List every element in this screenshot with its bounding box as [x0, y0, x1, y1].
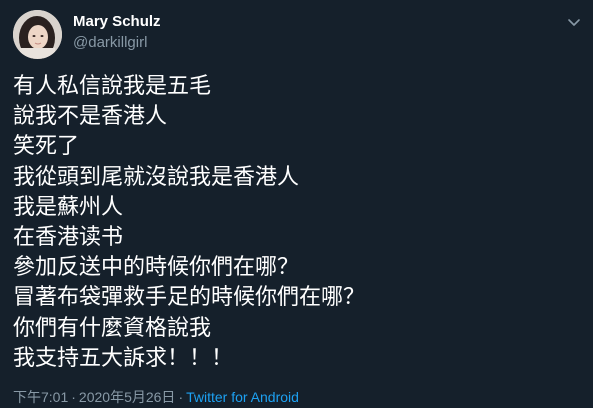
tweet-metadata: 下午7:01 · 2020年5月26日 · Twitter for Android: [13, 388, 299, 406]
tweet-date[interactable]: 2020年5月26日: [79, 389, 176, 405]
separator: ·: [178, 389, 184, 405]
tweet-line: 說我不是香港人: [13, 104, 168, 130]
avatar-photo: [13, 10, 62, 59]
tweet-line: 笑死了: [13, 134, 80, 160]
chevron-down-icon[interactable]: [565, 13, 583, 31]
avatar[interactable]: [13, 10, 62, 59]
tweet-line: 你們有什麼資格說我: [13, 315, 212, 341]
tweet-line: 在香港读书: [13, 225, 124, 251]
tweet-line: 我支持五大訴求！！！: [13, 345, 234, 371]
tweet-line: 冒著布袋彈救手足的時候你們在哪？: [13, 285, 366, 311]
tweet-text: 有人私信說我是五毛 說我不是香港人 笑死了 我從頭到尾就沒說我是香港人 我是蘇州…: [13, 72, 573, 374]
tweet-line: 有人私信說我是五毛: [13, 74, 212, 99]
author-handle[interactable]: @darkillgirl: [73, 34, 147, 52]
tweet-line: 我從頭到尾就沒說我是香港人: [13, 164, 300, 190]
tweet-line: 我是蘇州人: [13, 194, 124, 220]
tweet-time[interactable]: 下午7:01: [13, 389, 68, 405]
tweet-line: 參加反送中的時候你們在哪？: [13, 255, 300, 281]
tweet-source-link[interactable]: Twitter for Android: [186, 389, 299, 405]
author-display-name[interactable]: Mary Schulz: [73, 13, 161, 31]
separator: ·: [71, 389, 76, 405]
